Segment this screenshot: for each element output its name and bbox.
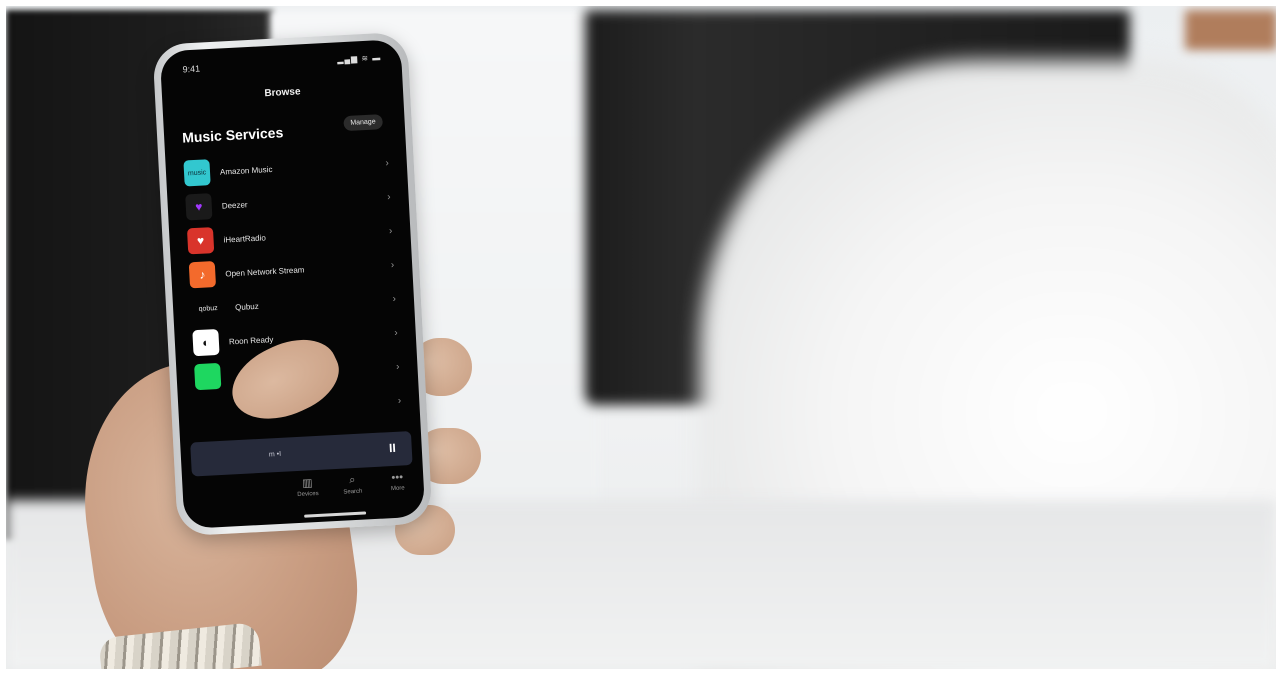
open-network-stream-icon: ♪	[188, 261, 217, 289]
page-title: Browse	[264, 86, 301, 100]
section-title-music-services: Music Services	[181, 124, 284, 146]
chevron-right-icon: ›	[392, 293, 397, 305]
chevron-right-icon: ›	[388, 225, 393, 237]
phone: 9:41 ▂▄▆ ≋ ▬ Browse Music Services Manag…	[152, 31, 433, 537]
tab-label: Search	[343, 488, 363, 496]
devices-icon: ▥	[301, 477, 313, 490]
chevron-right-icon: ›	[385, 157, 390, 169]
chevron-right-icon: ›	[397, 394, 402, 407]
chevron-right-icon: ›	[390, 259, 395, 271]
tab-label: More	[390, 485, 405, 493]
iheartradio-icon: ♥	[186, 227, 215, 255]
more-icon: •••	[391, 471, 404, 485]
deezer-heart-icon: ♥	[185, 193, 213, 221]
search-icon: ⌕	[348, 473, 356, 487]
pause-icon[interactable]: II	[389, 441, 396, 455]
chevron-right-icon: ›	[386, 191, 391, 203]
service-label: iHeartRadio	[223, 232, 267, 245]
roon-ready-icon: ◐	[192, 328, 220, 357]
status-signal-wifi-battery-icon: ▂▄▆ ≋ ▬	[336, 53, 382, 65]
qobuz-logo-icon: qobuz	[198, 304, 218, 313]
service-label: Amazon Music	[219, 164, 273, 177]
manage-button[interactable]: Manage	[342, 114, 384, 132]
tab-devices[interactable]: ▥ Devices	[287, 475, 328, 498]
service-label: Deezer	[221, 199, 248, 211]
service-label: Roon Ready	[228, 334, 274, 346]
tab-bar: ▥ Devices ⌕ Search ••• More	[182, 468, 425, 521]
chevron-right-icon: ›	[395, 361, 400, 373]
tab-label: Devices	[297, 490, 319, 499]
tab-search[interactable]: ⌕ Search	[332, 473, 373, 496]
tab-more[interactable]: ••• More	[377, 471, 418, 493]
service-label: Qubuz	[234, 301, 259, 312]
spotify-icon	[194, 362, 222, 391]
amazon-music-icon: music	[183, 159, 211, 187]
background-wood-accent	[1185, 10, 1277, 50]
phone-screen: 9:41 ▂▄▆ ≋ ▬ Browse Music Services Manag…	[159, 39, 426, 529]
photo-scene: 9:41 ▂▄▆ ≋ ▬ Browse Music Services Manag…	[0, 0, 1282, 675]
now-playing-text: m •I	[268, 450, 282, 459]
service-label: Open Network Stream	[225, 264, 305, 278]
chevron-right-icon: ›	[394, 327, 398, 339]
status-time: 9:41	[182, 63, 201, 75]
